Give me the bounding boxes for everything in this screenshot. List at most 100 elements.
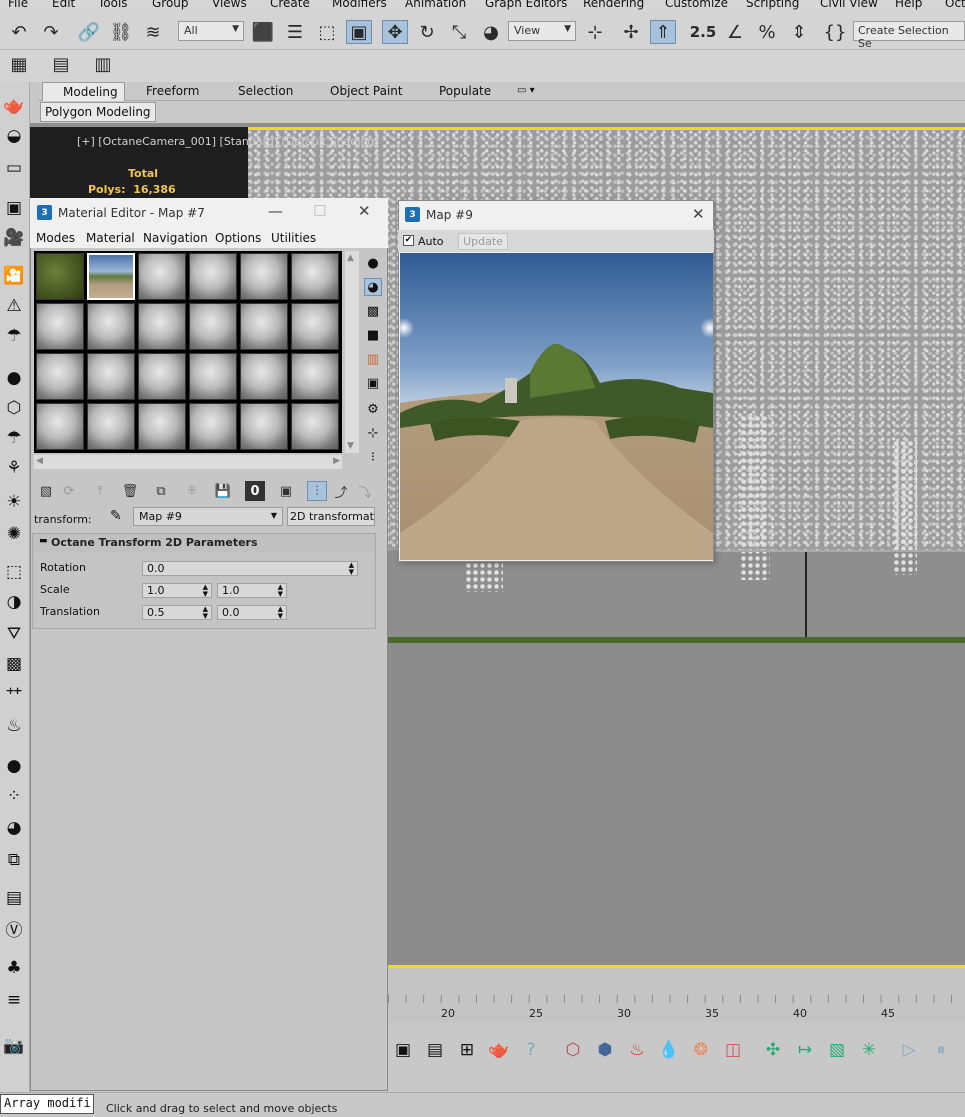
put-to-scene-icon[interactable]: ⟳ [59,481,79,501]
box-sim-icon[interactable]: ◫ [721,1038,745,1062]
maxscript-listener-field[interactable]: Array modifi [0,1094,94,1114]
sample-type-icon[interactable]: ● [364,254,382,272]
layer-explorer-icon[interactable]: ▤ [48,52,74,76]
grass-icon[interactable]: ⺿ [2,682,26,707]
orange-sphere-icon[interactable]: ● [2,366,26,390]
lamp-icon[interactable]: ☂ [2,426,26,450]
slots-horizontal-scrollbar[interactable]: ◀ ▶ [34,455,342,469]
scene-explorer-icon[interactable]: ▥ [90,52,116,76]
fire-sim-icon[interactable]: ♨ [625,1038,649,1062]
burst-icon[interactable]: ✳ [857,1038,881,1062]
menu-tools[interactable]: Tools [98,0,128,10]
sphere-tool-icon[interactable]: ◒ [2,124,26,148]
checker-icon[interactable]: ▧ [825,1038,849,1062]
select-manipulate-icon[interactable]: ✢ [618,20,644,44]
undo-icon[interactable]: ↶ [6,20,32,44]
pick-material-icon[interactable]: ✎ [110,508,122,524]
ribbon-options-dropdown[interactable]: ▭ ▾ [517,85,535,96]
sample-uv-tiling-icon[interactable]: ■ [364,326,382,344]
camera-tool-icon[interactable]: 🎥 [2,226,26,250]
rotation-spinner[interactable]: 0.0 ▲ ▼ [142,561,358,576]
viewport-layout-icon[interactable]: ▣ [391,1038,415,1062]
scroll-down-icon[interactable]: ▼ [347,441,354,451]
close-icon[interactable]: ✕ [358,202,371,220]
sample-slot[interactable] [189,253,237,300]
sample-slot[interactable] [189,303,237,350]
sample-slot[interactable] [240,353,288,400]
select-by-name-icon[interactable]: ☰ [282,20,308,44]
select-and-rotate-icon[interactable]: ↻ [414,20,440,44]
particle-icon[interactable]: ⬢ [593,1038,617,1062]
menu-create[interactable]: Create [270,0,310,10]
keyboard-shortcut-override-icon[interactable]: ⇑ [650,20,676,44]
select-and-scale-icon[interactable]: ⤡ [446,20,472,44]
tripod-icon[interactable]: ⛛ [2,622,26,646]
render-icon[interactable]: ▤ [423,1038,447,1062]
pause-icon[interactable]: ⏸ [929,1038,953,1062]
translation-v-spinner[interactable]: 0.0 ▲ ▼ [217,605,287,620]
angle-snap-icon[interactable]: ∠ [722,20,748,44]
backlight-icon[interactable]: ◕ [364,278,382,296]
multi-material-icon[interactable]: ⁘ [2,784,26,808]
assign-to-selection-icon[interactable]: ⤒ [90,481,110,501]
help-icon[interactable]: ? [519,1038,543,1062]
sample-slot[interactable] [189,353,237,400]
menu-animation[interactable]: Animation [405,0,466,10]
edit-named-selection-icon[interactable]: {} [822,20,848,44]
material-map-navigator-icon[interactable]: ⁝ [364,448,382,466]
sample-slot[interactable] [291,253,339,300]
spinner-arrows-icon[interactable]: ▲ ▼ [278,606,283,620]
background-icon[interactable]: ▩ [364,302,382,320]
sample-slot[interactable] [138,353,186,400]
tab-populate[interactable]: Populate [439,84,491,98]
sample-slot[interactable] [138,253,186,300]
sample-slot[interactable] [291,303,339,350]
go-forward-sibling-icon[interactable]: ⤵ [355,481,375,501]
minimize-icon[interactable]: — [268,202,283,220]
update-button[interactable]: Update [458,233,508,250]
scroll-right-icon[interactable]: ▶ [333,456,340,466]
collapse-icon[interactable]: ▬ [39,536,48,546]
material-id-channel-button[interactable]: 0 [245,481,265,501]
slots-vertical-scrollbar[interactable]: ▲ ▼ [345,251,359,453]
sun-icon[interactable]: ☀ [2,490,26,514]
go-to-parent-icon[interactable]: ⤴ [331,481,351,501]
geosphere-icon[interactable]: ⬡ [2,396,26,420]
fire-icon[interactable]: ♨ [2,714,26,738]
viewport-label[interactable]: [+] [OctaneCamera_001] [Standard] [Defau… [77,135,379,148]
menu-rendering[interactable]: Rendering [583,0,644,10]
scroll-left-icon[interactable]: ◀ [36,456,43,466]
play-icon[interactable]: ▷ [897,1038,921,1062]
map-type-button[interactable]: 2D transformation [287,507,375,526]
selection-filter-dropdown[interactable]: All ▼ [178,21,244,41]
sample-slot[interactable] [87,303,135,350]
show-shaded-material-icon[interactable]: ▣ [276,481,296,501]
map-name-dropdown[interactable]: Map #9 ▼ [133,507,283,526]
select-and-place-icon[interactable]: ◕ [478,20,504,44]
lines-icon[interactable]: ≡ [2,988,26,1012]
spinner-arrows-icon[interactable]: ▲ ▼ [278,584,283,598]
link-icon[interactable]: 🔗 [76,20,102,44]
maximize-icon[interactable]: ☐ [313,202,326,220]
options-icon[interactable]: ⚙ [364,400,382,418]
select-by-material-icon[interactable]: ⊹ [364,424,382,442]
omni-light-icon[interactable]: ⚘ [2,456,26,480]
sample-slot[interactable] [189,403,237,450]
redo-icon[interactable]: ↷ [38,20,64,44]
window-crossing-icon[interactable]: ▣ [346,20,372,44]
menu-scripting[interactable]: Scripting [746,0,799,10]
get-material-icon[interactable]: ▧ [36,481,56,501]
scale-v-spinner[interactable]: 1.0 ▲ ▼ [217,583,287,598]
sample-slot[interactable] [240,253,288,300]
make-preview-icon[interactable]: ▣ [364,374,382,392]
tyflow-icon[interactable]: ⬡ [561,1038,585,1062]
sample-slot[interactable] [138,303,186,350]
sample-slot[interactable] [240,303,288,350]
tab-freeform[interactable]: Freeform [146,84,199,98]
material-browser-icon[interactable]: ⧉ [2,848,26,872]
tab-object-paint[interactable]: Object Paint [330,84,403,98]
water-sim-icon[interactable]: 💧 [657,1038,681,1062]
sample-slot[interactable] [240,403,288,450]
render-setup-icon[interactable]: ▣ [2,196,26,220]
menu-material[interactable]: Material [86,231,135,245]
